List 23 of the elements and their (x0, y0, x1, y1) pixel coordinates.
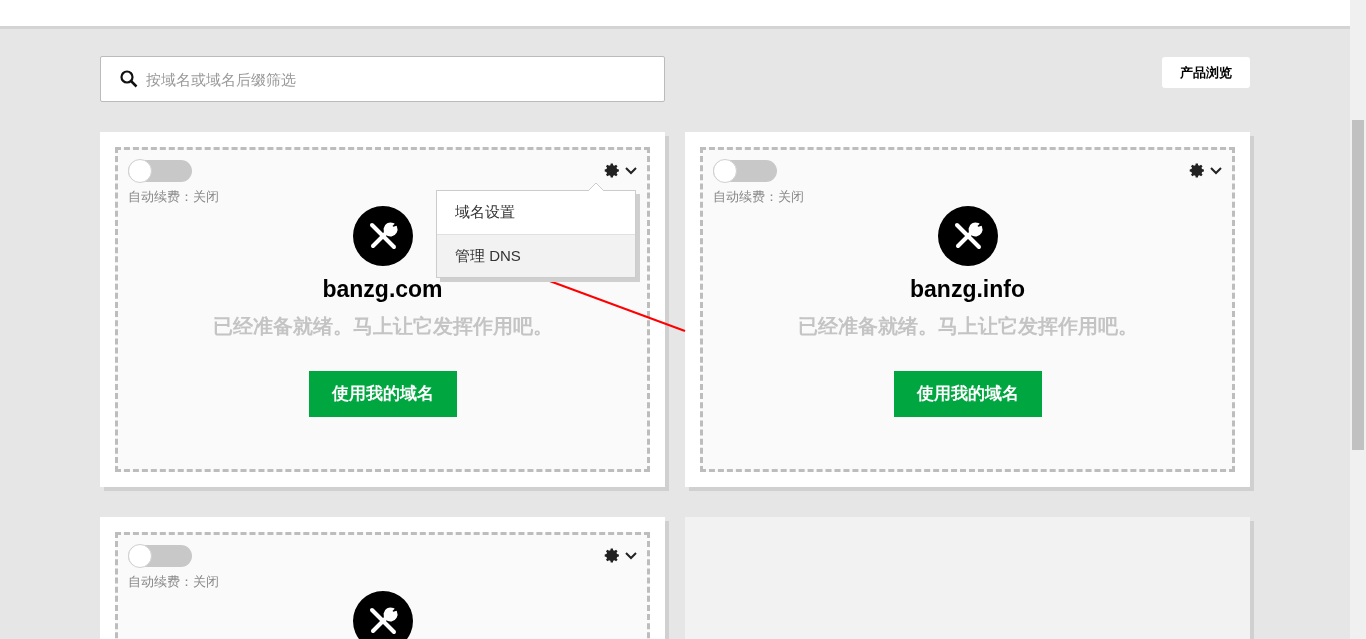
auto-renew-label: 自动续费：关闭 (128, 190, 219, 203)
settings-dropdown[interactable] (1189, 162, 1222, 179)
product-browse-button[interactable]: 产品浏览 (1162, 57, 1250, 88)
search-field[interactable]: 按域名或域名后缀筛选 (100, 56, 665, 102)
auto-renew-label: 自动续费：关闭 (128, 575, 219, 588)
auto-renew-toggle[interactable] (713, 160, 777, 182)
tools-icon (352, 206, 413, 266)
domain-name: banzg.info (910, 275, 1025, 304)
chevron-down-icon (1210, 166, 1222, 175)
settings-icon (604, 547, 621, 564)
settings-dropdown[interactable] (604, 547, 637, 564)
settings-icon (604, 162, 621, 179)
menu-item[interactable]: 管理 DNS (437, 234, 635, 277)
settings-icon (1189, 162, 1206, 179)
auto-renew-toggle[interactable] (128, 160, 192, 182)
tools-icon (937, 206, 998, 266)
domain-name: banzg.com (322, 275, 443, 304)
search-icon (120, 70, 138, 88)
auto-renew-label: 自动续费：关闭 (713, 190, 804, 203)
auto-renew-toggle[interactable] (128, 545, 192, 567)
chevron-down-icon (625, 551, 637, 560)
settings-dropdown[interactable] (604, 162, 637, 179)
chevron-down-icon (625, 166, 637, 175)
